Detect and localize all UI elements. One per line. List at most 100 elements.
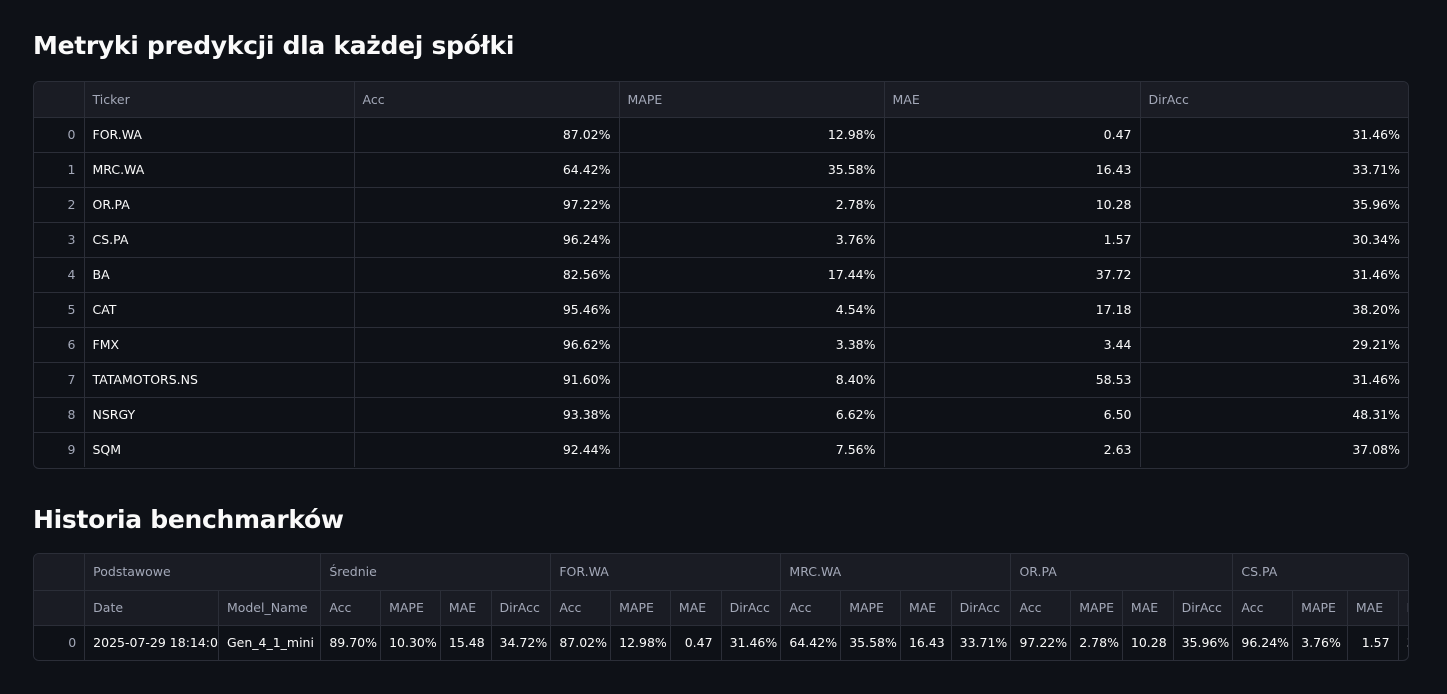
- table-row[interactable]: 6 FMX 96.62% 3.38% 3.44 29.21%: [34, 327, 1408, 363]
- column-header-diracc[interactable]: DirAcc: [1398, 590, 1408, 626]
- ticker-cell[interactable]: BA: [84, 257, 355, 293]
- ticker-cell[interactable]: MRC.WA: [84, 152, 355, 188]
- mae-cell[interactable]: 58.53: [884, 362, 1141, 398]
- table-cell[interactable]: Gen_4_1_mini: [218, 625, 322, 660]
- column-header-mape[interactable]: MAPE: [380, 590, 441, 626]
- diracc-cell[interactable]: 31.46%: [1140, 117, 1408, 153]
- mae-cell[interactable]: 17.18: [884, 292, 1141, 328]
- mape-cell[interactable]: 7.56%: [619, 432, 885, 467]
- mape-cell[interactable]: 17.44%: [619, 257, 885, 293]
- ticker-cell[interactable]: NSRGY: [84, 397, 355, 433]
- benchmark-history-table[interactable]: Podstawowe Średnie FOR.WA MRC.WA OR.PA C…: [33, 553, 1409, 661]
- mae-cell[interactable]: 10.28: [884, 187, 1141, 223]
- acc-cell[interactable]: 97.22%: [354, 187, 620, 223]
- mape-cell[interactable]: 35.58%: [619, 152, 885, 188]
- table-row[interactable]: 8 NSRGY 93.38% 6.62% 6.50 48.31%: [34, 397, 1408, 433]
- column-header-mae[interactable]: MAE: [1347, 590, 1399, 626]
- column-header-diracc[interactable]: DirAcc: [951, 590, 1012, 626]
- mape-cell[interactable]: 2.78%: [619, 187, 885, 223]
- ticker-cell[interactable]: OR.PA: [84, 187, 355, 223]
- table-row[interactable]: 0 FOR.WA 87.02% 12.98% 0.47 31.46%: [34, 117, 1408, 153]
- column-header-acc[interactable]: Acc: [1232, 590, 1294, 626]
- diracc-cell[interactable]: 31.46%: [1140, 257, 1408, 293]
- table-cell[interactable]: 33.71%: [951, 625, 1012, 660]
- ticker-cell[interactable]: CAT: [84, 292, 355, 328]
- table-cell[interactable]: 96.24%: [1232, 625, 1294, 660]
- table-cell[interactable]: 35.96%: [1173, 625, 1234, 660]
- column-header-mae[interactable]: MAE: [1122, 590, 1174, 626]
- mape-cell[interactable]: 3.76%: [619, 222, 885, 258]
- ticker-cell[interactable]: FOR.WA: [84, 117, 355, 153]
- ticker-cell[interactable]: SQM: [84, 432, 355, 467]
- mae-cell[interactable]: 37.72: [884, 257, 1141, 293]
- table-cell[interactable]: 2.78%: [1070, 625, 1123, 660]
- table-cell[interactable]: 10.28: [1122, 625, 1174, 660]
- mape-cell[interactable]: 8.40%: [619, 362, 885, 398]
- column-header-ticker[interactable]: Ticker: [84, 82, 355, 118]
- acc-cell[interactable]: 95.46%: [354, 292, 620, 328]
- table-cell[interactable]: 31.46%: [721, 625, 782, 660]
- column-header-date[interactable]: Date: [84, 590, 219, 626]
- column-header-mape[interactable]: MAPE: [840, 590, 901, 626]
- table-cell[interactable]: 16.43: [900, 625, 952, 660]
- mae-cell[interactable]: 3.44: [884, 327, 1141, 363]
- column-header-acc[interactable]: Acc: [1010, 590, 1072, 626]
- mape-cell[interactable]: 12.98%: [619, 117, 885, 153]
- diracc-cell[interactable]: 31.46%: [1140, 362, 1408, 398]
- table-cell[interactable]: 10.30%: [380, 625, 441, 660]
- column-header-acc[interactable]: Acc: [550, 590, 612, 626]
- acc-cell[interactable]: 96.24%: [354, 222, 620, 258]
- table-cell[interactable]: 2025-07-29 18:14:07: [84, 625, 219, 660]
- acc-cell[interactable]: 64.42%: [354, 152, 620, 188]
- mape-cell[interactable]: 3.38%: [619, 327, 885, 363]
- diracc-cell[interactable]: 38.20%: [1140, 292, 1408, 328]
- acc-cell[interactable]: 82.56%: [354, 257, 620, 293]
- table-cell[interactable]: 15.48: [440, 625, 492, 660]
- column-header-mape[interactable]: MAPE: [610, 590, 671, 626]
- column-header-mae[interactable]: MAE: [670, 590, 722, 626]
- table-cell[interactable]: 1.57: [1347, 625, 1399, 660]
- table-cell[interactable]: 97.22%: [1010, 625, 1072, 660]
- mae-cell[interactable]: 0.47: [884, 117, 1141, 153]
- table-row[interactable]: 2 OR.PA 97.22% 2.78% 10.28 35.96%: [34, 187, 1408, 223]
- column-header-acc[interactable]: Acc: [320, 590, 382, 626]
- ticker-cell[interactable]: FMX: [84, 327, 355, 363]
- table-cell[interactable]: 30.34%: [1398, 625, 1408, 660]
- metrics-table[interactable]: Ticker Acc MAPE MAE DirAcc 0 FOR.WA 87.02%…: [33, 81, 1409, 469]
- diracc-cell[interactable]: 37.08%: [1140, 432, 1408, 467]
- acc-cell[interactable]: 92.44%: [354, 432, 620, 467]
- ticker-cell[interactable]: CS.PA: [84, 222, 355, 258]
- column-header-mape[interactable]: MAPE: [1070, 590, 1123, 626]
- diracc-cell[interactable]: 30.34%: [1140, 222, 1408, 258]
- acc-cell[interactable]: 93.38%: [354, 397, 620, 433]
- column-header-mape[interactable]: MAPE: [1292, 590, 1348, 626]
- column-header-diracc[interactable]: DirAcc: [1140, 82, 1408, 118]
- table-cell[interactable]: 87.02%: [550, 625, 612, 660]
- table-row[interactable]: 5 CAT 95.46% 4.54% 17.18 38.20%: [34, 292, 1408, 328]
- table-row[interactable]: 4 BA 82.56% 17.44% 37.72 31.46%: [34, 257, 1408, 293]
- column-header-diracc[interactable]: DirAcc: [721, 590, 782, 626]
- table-cell[interactable]: 89.70%: [320, 625, 382, 660]
- mape-cell[interactable]: 6.62%: [619, 397, 885, 433]
- table-row[interactable]: 7 TATAMOTORS.NS 91.60% 8.40% 58.53 31.46%: [34, 362, 1408, 398]
- column-header-acc[interactable]: Acc: [354, 82, 620, 118]
- acc-cell[interactable]: 91.60%: [354, 362, 620, 398]
- table-cell[interactable]: 35.58%: [840, 625, 901, 660]
- diracc-cell[interactable]: 35.96%: [1140, 187, 1408, 223]
- mape-cell[interactable]: 4.54%: [619, 292, 885, 328]
- table-row[interactable]: 0 2025-07-29 18:14:07 Gen_4_1_mini 89.70% 10…: [34, 625, 1408, 660]
- column-header-mae[interactable]: MAE: [900, 590, 952, 626]
- mae-cell[interactable]: 1.57: [884, 222, 1141, 258]
- acc-cell[interactable]: 87.02%: [354, 117, 620, 153]
- diracc-cell[interactable]: 48.31%: [1140, 397, 1408, 433]
- table-cell[interactable]: 0.47: [670, 625, 722, 660]
- table-row[interactable]: 1 MRC.WA 64.42% 35.58% 16.43 33.71%: [34, 152, 1408, 188]
- column-header-model-name[interactable]: Model_Name: [218, 590, 322, 626]
- column-header-mae[interactable]: MAE: [440, 590, 492, 626]
- table-row[interactable]: 9 SQM 92.44% 7.56% 2.63 37.08%: [34, 432, 1408, 467]
- diracc-cell[interactable]: 29.21%: [1140, 327, 1408, 363]
- column-header-mape[interactable]: MAPE: [619, 82, 885, 118]
- diracc-cell[interactable]: 33.71%: [1140, 152, 1408, 188]
- column-header-acc[interactable]: Acc: [780, 590, 842, 626]
- column-header-diracc[interactable]: DirAcc: [1173, 590, 1234, 626]
